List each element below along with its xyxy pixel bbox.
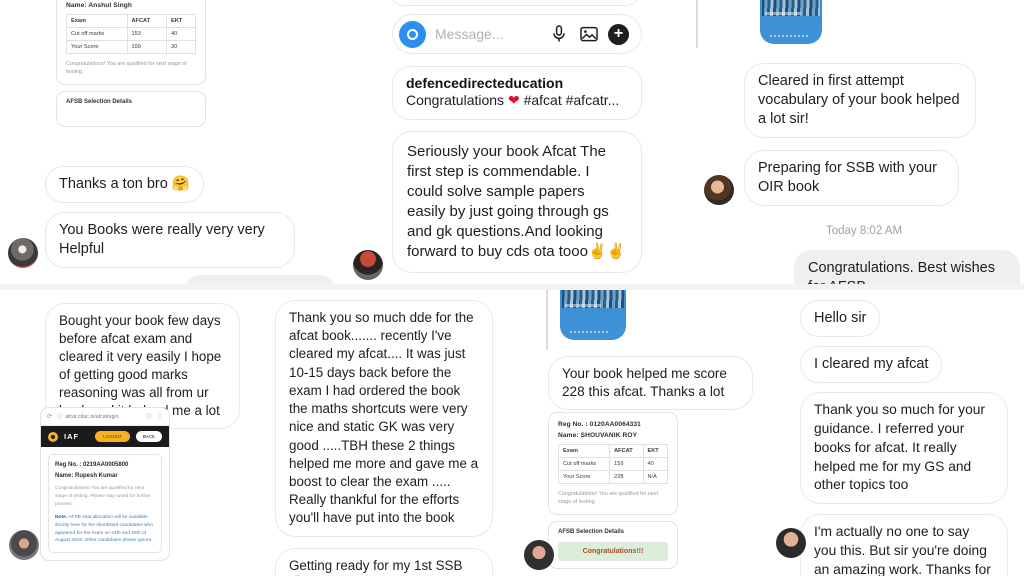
heart-icon: ❤ (507, 92, 520, 108)
iaf-logo-icon (48, 431, 58, 442)
iaf-reg-no: Reg No. : 0219AA0005800 (55, 462, 129, 468)
result-reg-no: Reg No. : 0120AA0064331 (558, 421, 641, 428)
result-note: Congratulations! You are qualified for n… (558, 491, 659, 506)
message-row: Thanks a ton bro 🤗 (8, 166, 338, 204)
table-row: Your Score 199 30 (66, 40, 196, 54)
message-input[interactable]: Message... (435, 26, 539, 42)
result-name: Name: Anshul Singh (66, 2, 133, 9)
result-name: Name: SHOUVANIK ROY (558, 432, 638, 439)
chat-panel-top-middle: Message... + defencedirecteducation Cong… (344, 0, 688, 284)
post-dots (570, 331, 610, 333)
post-username[interactable]: defencedirecteducation (406, 75, 628, 91)
testimonial-collage: Reg No. : 0120AL0023943 Name: Anshul Sin… (0, 0, 1024, 576)
chat-panel-bottom-middle-right: Your book helped me score 228 this afcat… (522, 290, 770, 576)
message-bubble[interactable]: Preparing for SSB with your OIR book (744, 150, 959, 207)
message-bubble[interactable]: Getting ready for my 1st SSB 😬 (275, 547, 493, 576)
iaf-status-text: Congratulations! You are qualified for n… (55, 486, 151, 507)
logout-button[interactable]: LOGOUT (95, 431, 130, 442)
info-circle-icon[interactable]: ⓘ (146, 412, 152, 421)
iaf-site-name: IAF (64, 432, 80, 441)
post-caption-bar (565, 304, 601, 307)
score-col-ekt: EKT (642, 444, 669, 458)
browser-screenshot-card[interactable]: ⟳ ⓘ afcat.cdac.in/afcatreg/s ⓘ ⋮ IAF LOG… (40, 407, 170, 562)
camera-icon[interactable] (399, 20, 426, 48)
chat-panel-bottom-right: Hello sir I cleared my afcat Thank you s… (770, 290, 1024, 576)
message-bubble[interactable]: You Books were really very very Helpful (45, 212, 295, 269)
iaf-body: Reg No. : 0219AA0005800 Name: Rupesh Kum… (41, 447, 169, 560)
post-caption-bar (765, 12, 801, 15)
microphone-icon[interactable] (548, 24, 569, 45)
iaf-note-body: AFSB seat allocation will be available s… (55, 514, 153, 544)
info-icon: ⓘ (57, 414, 63, 420)
afsb-card-title: AFSB Selection Details (558, 529, 625, 536)
avatar[interactable] (524, 540, 554, 570)
score-col-afcat: AFCAT (126, 14, 168, 28)
plus-icon[interactable]: + (608, 23, 629, 45)
table-row: Cut off marks 159 40 (557, 457, 669, 471)
message-bubble[interactable]: I'm actually no one to say you this. But… (800, 514, 1008, 576)
message-bubble[interactable]: Thanks a ton bro 🤗 (45, 166, 204, 204)
score-col-afcat: AFCAT (609, 444, 644, 458)
chat-panel-bottom-left: Bought your book few days before afcat e… (0, 290, 266, 576)
message-bubble[interactable]: Hello sir (800, 300, 881, 338)
post-dots (770, 35, 810, 37)
table-row: Your Score 228 N/A (557, 470, 669, 484)
avatar[interactable] (9, 530, 39, 560)
message-bubble[interactable]: Your book helped me score 228 this afcat… (548, 356, 753, 410)
message-bubble[interactable]: Thank you so much dde for the afcat book… (275, 300, 493, 537)
message-bubble[interactable]: Cleared in first attempt vocabulary of y… (744, 63, 976, 139)
iaf-note-label: Note: (55, 514, 68, 520)
message-bubble[interactable]: I cleared my afcat (800, 346, 943, 384)
shared-post-thumbnail[interactable] (760, 0, 822, 44)
kebab-menu-icon[interactable]: ⋮ (157, 413, 163, 420)
message-row: You Books were really very very Helpful (8, 212, 338, 269)
avatar[interactable] (704, 175, 734, 205)
iaf-site-header: IAF LOGOUT BACK (41, 426, 169, 447)
message-composer[interactable]: Message... + (392, 14, 642, 54)
outgoing-bubble-clipped (185, 275, 335, 284)
iaf-name: Name: Rupesh Kumar (55, 473, 118, 479)
afcat-result-card: Reg No. : 0120AA0064331 Name: SHOUVANIK … (548, 412, 678, 516)
score-col-exam: Exam (66, 14, 128, 28)
thread-line (546, 290, 548, 350)
message-bubble[interactable]: Thank you so much for your guidance. I r… (800, 392, 1008, 504)
score-col-ekt: EKT (166, 14, 196, 28)
iaf-note: Note: AFSB seat allocation will be avail… (55, 514, 155, 546)
back-button[interactable]: BACK (135, 431, 162, 442)
bubble-clipped-top (390, 0, 640, 6)
post-caption: Congratulations ❤ #afcat #afcatr... (406, 92, 628, 109)
result-note: Congratulations! You are qualified for n… (66, 61, 187, 76)
afcat-result-card: Reg No. : 0120AL0023943 Name: Anshul Sin… (56, 0, 206, 86)
avatar[interactable] (353, 250, 383, 280)
post-caption-tags: #afcat #afcatr... (523, 92, 620, 108)
table-row: Cut off marks 153 40 (66, 27, 196, 41)
thread-line (696, 0, 698, 48)
timestamp: Today 8:02 AM (825, 225, 903, 237)
outgoing-message-bubble[interactable]: Congratulations. Best wishes for AFSB (794, 250, 1020, 284)
result-score-table: Exam AFCAT EKT Cut off marks 153 40 Your… (66, 14, 196, 54)
afsb-selection-card: AFSB Selection Details Congratulations!!… (548, 521, 678, 570)
score-col-exam: Exam (557, 444, 611, 458)
chat-panel-top-left: Reg No. : 0120AL0023943 Name: Anshul Sin… (0, 0, 344, 284)
afsb-selection-card: AFSB Selection Details (56, 91, 206, 128)
shared-post-preview[interactable]: defencedirecteducation Congratulations ❤… (392, 66, 642, 120)
reload-icon[interactable]: ⟳ (47, 413, 52, 420)
avatar[interactable] (776, 528, 806, 558)
url-text: afcat.cdac.in/afcatreg/s (65, 413, 119, 420)
result-score-table: Exam AFCAT EKT Cut off marks 159 40 Your… (557, 444, 669, 484)
post-caption-prefix: Congratulations (406, 92, 505, 108)
browser-toolbar: ⟳ ⓘ afcat.cdac.in/afcatreg/s ⓘ ⋮ (41, 408, 169, 426)
shared-post-thumbnail[interactable] (560, 290, 626, 340)
image-icon[interactable] (578, 24, 599, 45)
url-bar[interactable]: ⓘ afcat.cdac.in/afcatreg/s (57, 413, 141, 421)
chat-panel-top-right: Cleared in first attempt vocabulary of y… (688, 0, 1024, 284)
congratulations-banner: Congratulations!!! (558, 542, 668, 562)
message-bubble[interactable]: Seriously your book Afcat The first step… (392, 131, 642, 273)
chat-panel-bottom-middle-left: Thank you so much dde for the afcat book… (266, 290, 522, 576)
avatar[interactable] (8, 238, 38, 269)
